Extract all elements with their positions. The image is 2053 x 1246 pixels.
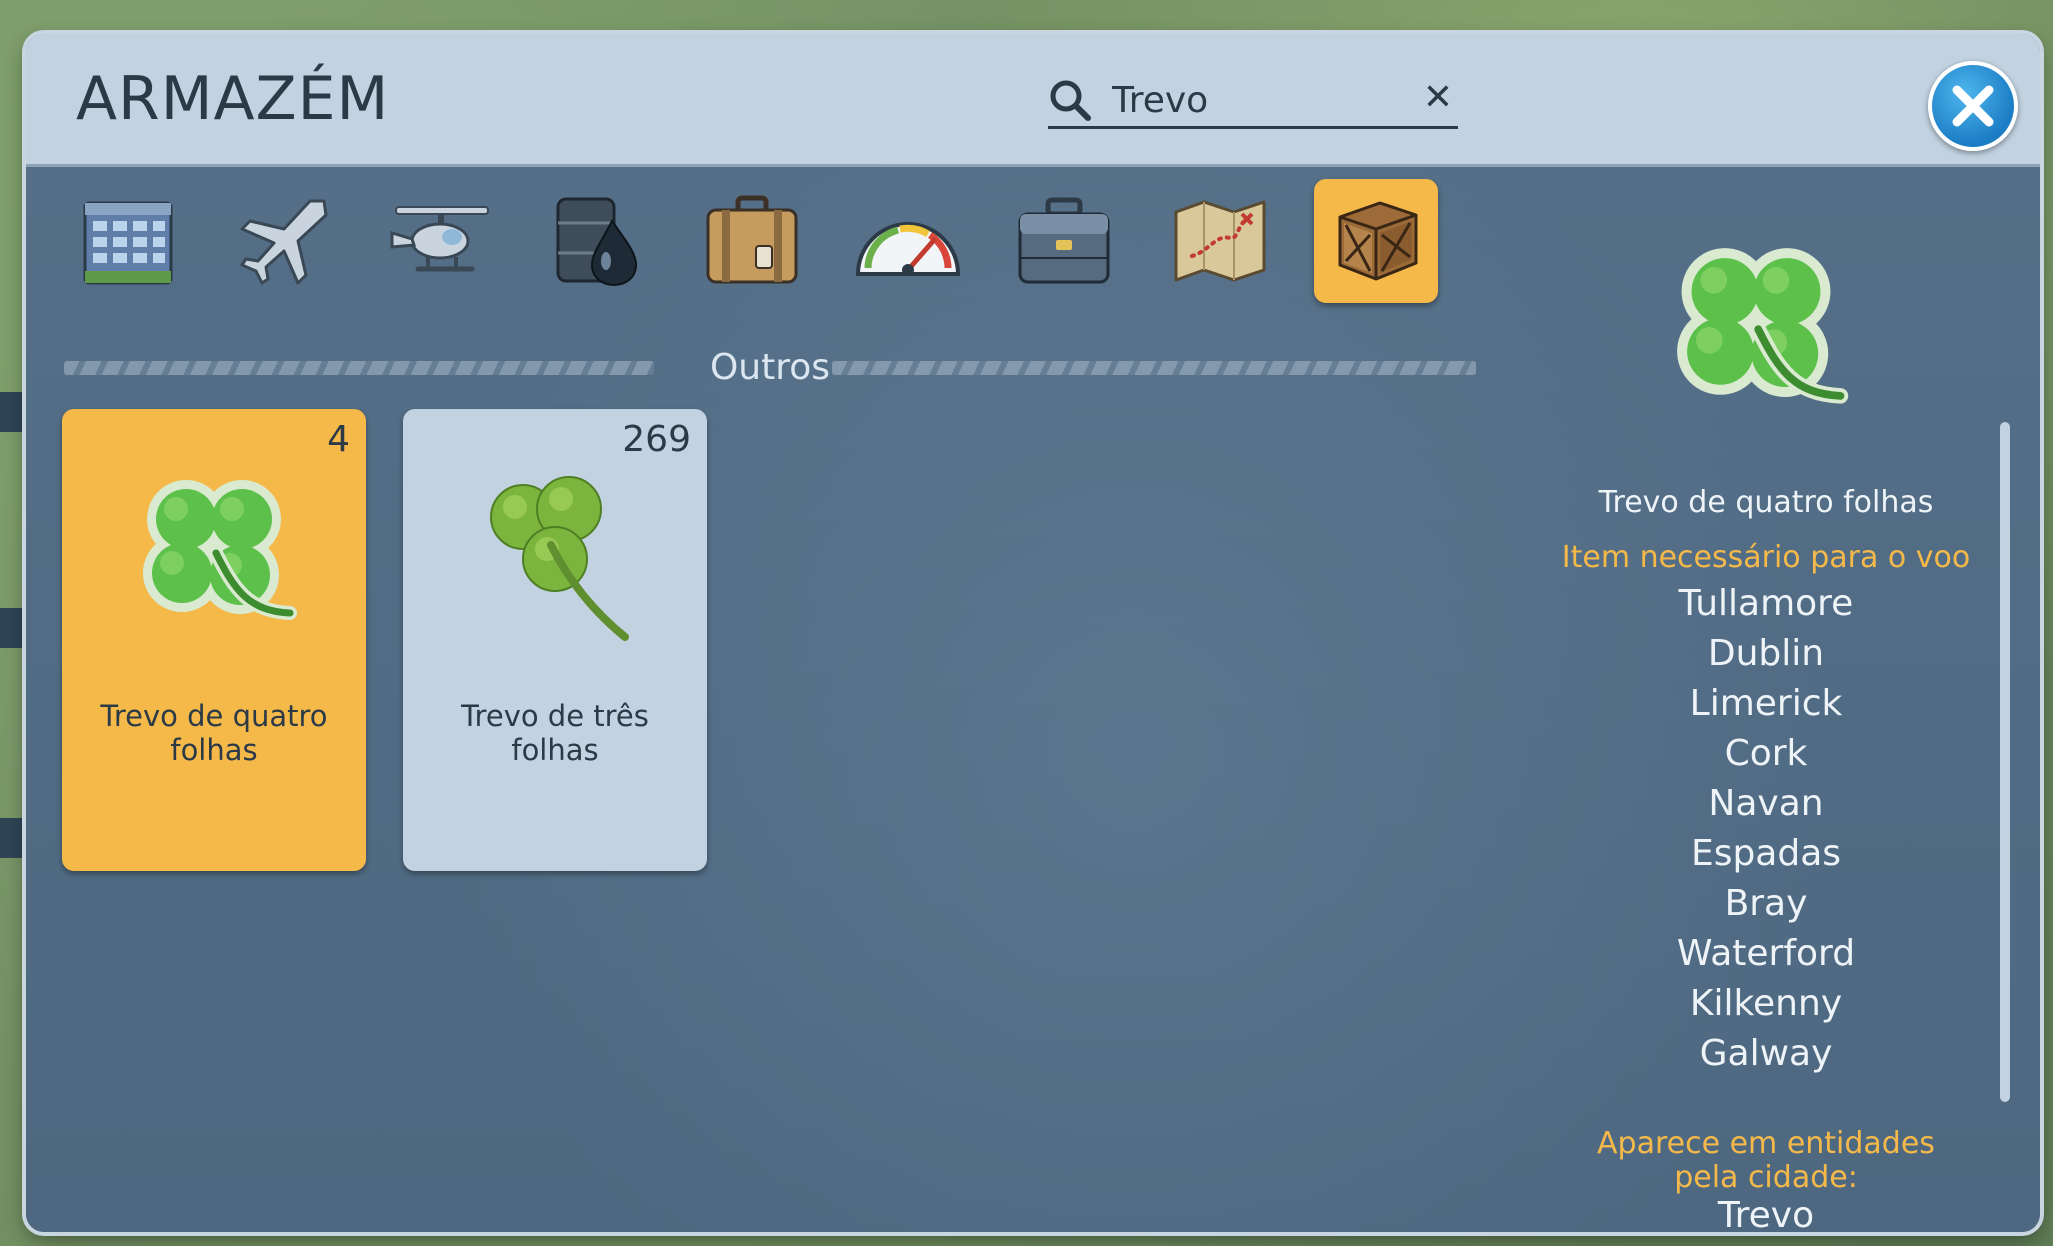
dialog-title: ARMAZÉM	[76, 64, 390, 134]
tab-maps[interactable]	[1158, 179, 1282, 303]
flight-list: Tullamore Dublin Limerick Cork Navan Esp…	[1526, 579, 2006, 1079]
item-name: Trevo de três folhas	[461, 699, 649, 767]
search-icon	[1050, 80, 1091, 121]
four-leaf-clover-icon	[1677, 248, 1849, 404]
entity-item: Trevo	[1717, 1195, 1815, 1232]
suitcase-icon	[706, 195, 798, 284]
oil-barrel-icon	[556, 197, 638, 287]
crate-icon	[1338, 201, 1418, 281]
four-leaf-clover-icon	[143, 480, 297, 620]
flight-item: Galway	[1699, 1033, 1833, 1074]
helicopter-icon	[390, 206, 489, 272]
flight-item: Bray	[1724, 883, 1808, 924]
item-count: 4	[327, 419, 350, 460]
flights-heading: Item necessário para o voo	[1561, 540, 1971, 575]
tab-airplanes[interactable]	[222, 179, 346, 303]
building-icon	[83, 201, 173, 285]
clear-search-button[interactable]: ✕	[1420, 80, 1456, 116]
flight-item: Cork	[1724, 733, 1808, 774]
section-title: Outros	[709, 347, 831, 388]
tab-fuel[interactable]	[534, 179, 658, 303]
flight-item: Navan	[1708, 783, 1824, 824]
search-input[interactable]	[1110, 76, 1394, 124]
speedometer-icon	[855, 222, 961, 276]
close-icon	[1952, 85, 1994, 127]
item-detail-panel: Trevo de quatro folhas Item necessário p…	[1526, 167, 2006, 1232]
item-count: 269	[622, 419, 691, 460]
flight-item: Tullamore	[1678, 583, 1854, 624]
item-card-three-leaf-clover[interactable]: 269 Trevo de três folhas	[403, 409, 707, 871]
category-tabs	[66, 179, 1496, 303]
item-name: Trevo de quatro folhas	[100, 699, 328, 767]
item-card-four-leaf-clover[interactable]: 4 Trevo de quatro folhas	[62, 409, 366, 871]
search-bar: ✕	[1048, 74, 1458, 129]
dialog-body: Outros 4 Trevo de quatro folhas 269 Trev…	[26, 167, 2040, 1232]
flight-item: Limerick	[1689, 683, 1843, 724]
entities-heading: Aparece em entidades pela cidade:	[1597, 1126, 1935, 1195]
detail-scrollbar[interactable]	[2000, 422, 2010, 1102]
airplane-icon	[240, 199, 328, 285]
tab-speed[interactable]	[846, 179, 970, 303]
warehouse-dialog: ARMAZÉM ✕	[26, 34, 2040, 1232]
map-timer-tag	[0, 818, 28, 858]
dialog-header: ARMAZÉM ✕	[26, 34, 2040, 167]
tab-others[interactable]	[1314, 179, 1438, 303]
flight-item: Dublin	[1707, 633, 1825, 674]
map-icon	[1174, 200, 1266, 282]
tab-tools[interactable]	[1002, 179, 1126, 303]
flight-item: Kilkenny	[1689, 983, 1843, 1024]
detail-item-name: Trevo de quatro folhas	[1598, 485, 1934, 520]
close-button[interactable]	[1928, 61, 2018, 151]
three-leaf-clover-icon	[490, 476, 629, 641]
flight-item: Espadas	[1690, 833, 1842, 874]
map-timer-tag	[0, 608, 28, 648]
tab-helicopters[interactable]	[378, 179, 502, 303]
tab-luggage[interactable]	[690, 179, 814, 303]
map-timer-tag	[0, 392, 28, 432]
tab-buildings[interactable]	[66, 179, 190, 303]
section-header: Outros	[64, 347, 1476, 388]
toolbox-icon	[1018, 197, 1110, 284]
flight-item: Waterford	[1676, 933, 1856, 974]
